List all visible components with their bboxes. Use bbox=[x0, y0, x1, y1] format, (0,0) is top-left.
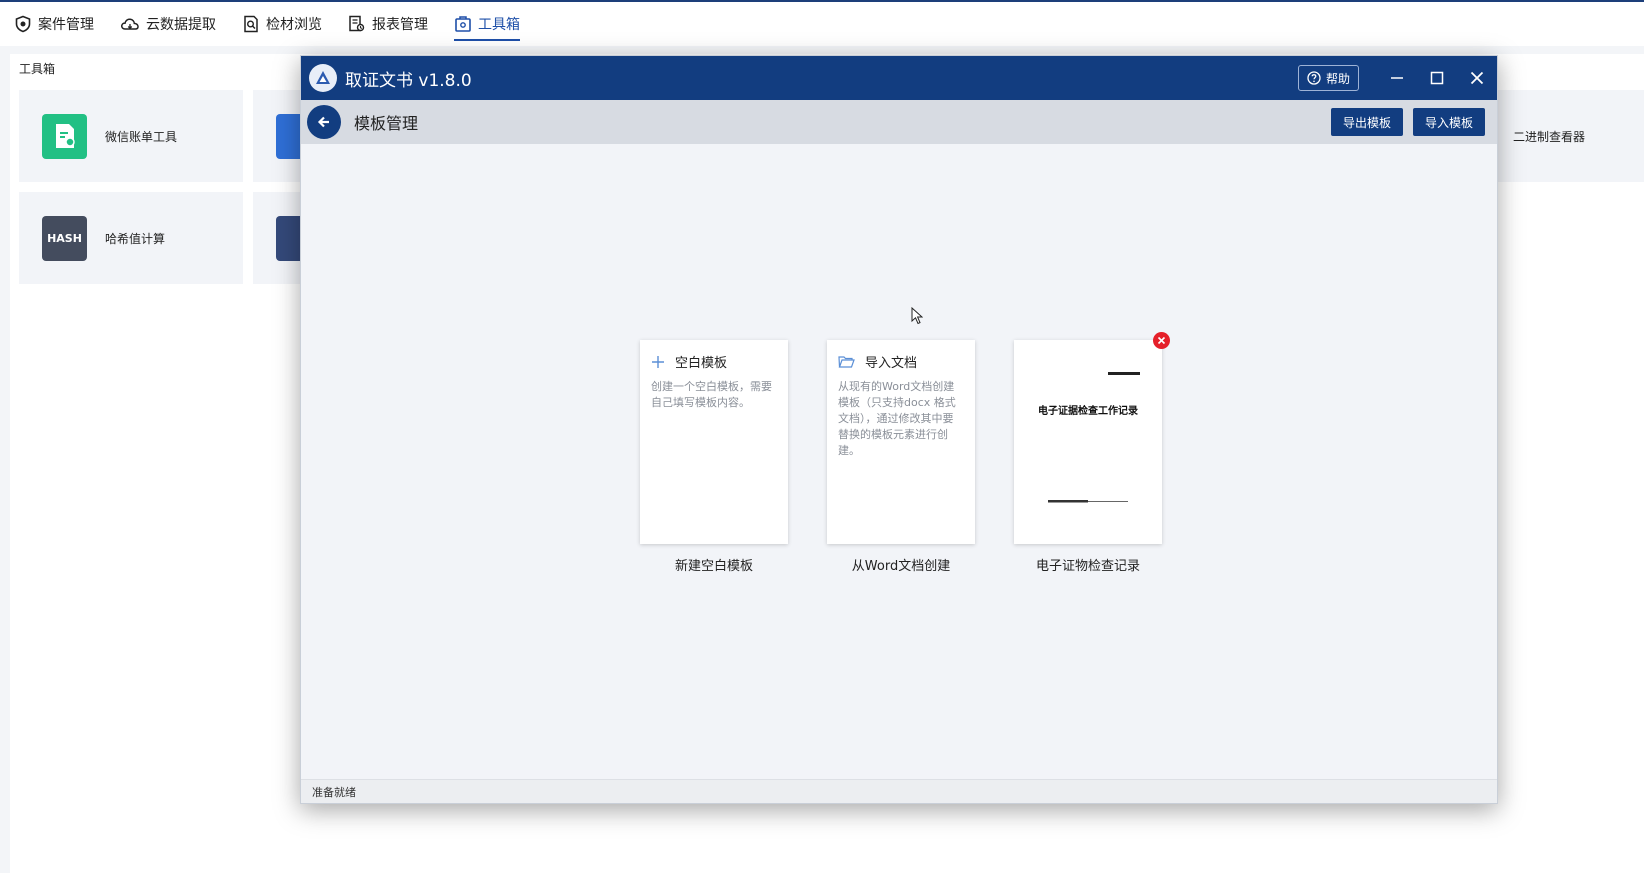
template-caption: 新建空白模板 bbox=[674, 559, 753, 574]
status-text: 准备就绪 bbox=[312, 785, 356, 799]
hash-icon: HASH bbox=[42, 215, 87, 261]
template-item-evidence-record: 电子证据检查工作记录 电子证物检查记录 bbox=[1014, 332, 1170, 574]
template-item-blank: 空白模板 创建一个空白模板，需要自己填写模板内容。 新建空白模板 bbox=[640, 340, 788, 574]
template-card-evidence-record[interactable]: 电子证据检查工作记录 bbox=[1014, 332, 1170, 544]
shield-icon bbox=[15, 15, 31, 33]
nav-label: 检材浏览 bbox=[266, 17, 322, 33]
template-card-description: 从现有的Word文档创建模板（只支持docx 格式文档），通过修改其中要替换的模… bbox=[838, 380, 956, 457]
nav-item-reports[interactable]: 报表管理 bbox=[348, 1, 428, 47]
template-card-heading: 空白模板 bbox=[675, 356, 728, 371]
nav-label: 云数据提取 bbox=[146, 17, 216, 33]
import-template-button[interactable]: 导入模板 bbox=[1412, 108, 1485, 136]
tool-label: 哈希值计算 bbox=[105, 231, 166, 246]
dialog-titlebar[interactable]: 取证文书 v1.8.0 帮助 bbox=[301, 56, 1497, 100]
toolbox-icon bbox=[455, 16, 471, 32]
help-label: 帮助 bbox=[1325, 71, 1350, 86]
export-template-button[interactable]: 导出模板 bbox=[1330, 108, 1403, 136]
template-card-blank[interactable]: 空白模板 创建一个空白模板，需要自己填写模板内容。 bbox=[640, 340, 788, 544]
tool-card-wechat-bill[interactable]: 微信账单工具 bbox=[19, 90, 243, 182]
template-caption: 从Word文档创建 bbox=[851, 559, 951, 574]
plus-icon bbox=[652, 355, 664, 368]
page-title: 模板管理 bbox=[354, 114, 419, 133]
close-button[interactable] bbox=[1457, 56, 1497, 100]
nav-label: 案件管理 bbox=[38, 17, 94, 33]
question-circle-icon bbox=[1307, 71, 1321, 85]
close-icon bbox=[1470, 71, 1484, 85]
app-title: 取证文书 v1.8.0 bbox=[345, 70, 472, 91]
nav-label: 工具箱 bbox=[478, 17, 520, 33]
folder-open-icon bbox=[838, 355, 855, 368]
tool-card-binary-viewer[interactable]: 二进制查看器 bbox=[1498, 90, 1644, 182]
cloud-icon bbox=[121, 18, 139, 30]
dialog-subbar: 模板管理 导出模板 导入模板 bbox=[301, 100, 1497, 144]
app-logo-icon bbox=[309, 64, 337, 92]
mouse-cursor-icon bbox=[911, 307, 923, 325]
maximize-icon bbox=[1430, 71, 1444, 85]
template-gallery: 空白模板 创建一个空白模板，需要自己填写模板内容。 新建空白模板 导入文档 从现… bbox=[301, 144, 1497, 781]
bill-icon bbox=[42, 113, 87, 159]
template-card-import[interactable]: 导入文档 从现有的Word文档创建模板（只支持docx 格式文档），通过修改其中… bbox=[827, 340, 975, 544]
nav-item-evidence[interactable]: 检材浏览 bbox=[242, 1, 322, 47]
minimize-button[interactable] bbox=[1377, 56, 1417, 100]
template-card-heading: 导入文档 bbox=[865, 356, 918, 371]
nav-label: 报表管理 bbox=[372, 17, 428, 33]
report-icon bbox=[349, 15, 365, 32]
minimize-icon bbox=[1391, 77, 1403, 79]
tool-card-hash[interactable]: HASH 哈希值计算 bbox=[19, 192, 243, 284]
arrow-left-icon bbox=[317, 116, 329, 128]
document-search-icon bbox=[244, 15, 258, 33]
template-item-import: 导入文档 从现有的Word文档创建模板（只支持docx 格式文档），通过修改其中… bbox=[827, 340, 975, 574]
template-caption: 电子证物检查记录 bbox=[1035, 559, 1140, 574]
status-bar: 准备就绪 bbox=[301, 779, 1497, 803]
nav-item-cloud[interactable]: 云数据提取 bbox=[120, 1, 216, 47]
maximize-button[interactable] bbox=[1417, 56, 1457, 100]
top-nav: 案件管理 云数据提取 检材浏览 报表管理 工具箱 bbox=[0, 0, 1644, 46]
help-button[interactable]: 帮助 bbox=[1297, 65, 1359, 91]
nav-item-toolbox[interactable]: 工具箱 bbox=[454, 1, 520, 47]
document-preview bbox=[1048, 372, 1140, 503]
close-icon bbox=[1157, 336, 1166, 345]
back-button[interactable] bbox=[307, 105, 341, 139]
tool-label: 二进制查看器 bbox=[1513, 129, 1586, 144]
nav-item-cases[interactable]: 案件管理 bbox=[14, 1, 94, 47]
evidence-doc-dialog: 取证文书 v1.8.0 帮助 模板管理 导出模板 导入模板 空白模板 创建一个空… bbox=[300, 55, 1498, 804]
tool-label: 微信账单工具 bbox=[105, 129, 178, 144]
template-card-description: 创建一个空白模板，需要自己填写模板内容。 bbox=[651, 380, 772, 409]
document-preview-title: 电子证据检查工作记录 bbox=[1038, 406, 1138, 417]
section-title: 工具箱 bbox=[19, 62, 56, 76]
delete-template-button[interactable] bbox=[1153, 332, 1170, 349]
